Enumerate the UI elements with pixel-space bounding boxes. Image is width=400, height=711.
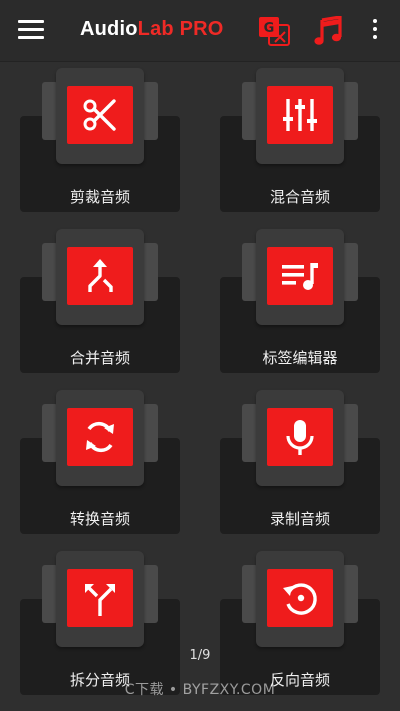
tool-label: 录制音频 — [269, 510, 330, 528]
tool-mix-audio[interactable]: 混合音频 — [220, 62, 380, 212]
tool-convert-audio[interactable]: 转换音频 — [20, 384, 180, 534]
scissors-icon — [67, 86, 133, 144]
tile-tab-right — [342, 404, 358, 462]
microphone-icon — [267, 408, 333, 466]
tile-tab-right — [342, 82, 358, 140]
svg-text:G: G — [264, 21, 275, 36]
tool-merge-audio[interactable]: 合并音频 — [20, 223, 180, 373]
mixer-sliders-icon — [267, 86, 333, 144]
tool-record-audio[interactable]: 录制音频 — [220, 384, 380, 534]
more-vert-icon[interactable] — [368, 19, 382, 43]
music-note-icon[interactable] — [314, 15, 342, 46]
convert-sync-icon — [67, 408, 133, 466]
split-arrows-icon — [67, 569, 133, 627]
tile-tab-right — [142, 404, 158, 462]
watermark-text: C下载 • BYFZXY.COM — [124, 682, 276, 698]
app-bar: AudioLab PRO G — [0, 0, 400, 62]
playlist-music-icon — [267, 247, 333, 305]
tool-reverse-audio[interactable]: 反向音频 — [220, 545, 380, 695]
tile-tab-right — [142, 565, 158, 623]
app-title-audio: Audio — [80, 18, 138, 40]
tile-tab-right — [142, 82, 158, 140]
tool-label: 混合音频 — [269, 188, 330, 206]
tool-label: 转换音频 — [69, 510, 130, 528]
tool-label: 剪裁音频 — [69, 188, 130, 206]
tool-label: 标签编辑器 — [262, 349, 338, 367]
merge-arrows-icon — [67, 247, 133, 305]
translate-icon[interactable]: G — [258, 16, 290, 46]
tool-label: 合并音频 — [69, 349, 130, 367]
tools-grid: 剪裁音频 混合音频 合并音频 标签编辑器 转换音频 录制音频 拆分音频 反向音频… — [0, 62, 400, 711]
tool-trim-audio[interactable]: 剪裁音频 — [20, 62, 180, 212]
tool-split-audio[interactable]: 拆分音频 — [20, 545, 180, 695]
hamburger-menu-icon[interactable] — [18, 20, 44, 42]
page-indicator: 1/9 — [189, 648, 211, 663]
tile-tab-right — [342, 565, 358, 623]
tile-tab-right — [342, 243, 358, 301]
tile-tab-right — [142, 243, 158, 301]
reverse-replay-icon — [267, 569, 333, 627]
app-title-lab-pro: Lab PRO — [137, 18, 224, 40]
tool-tag-editor[interactable]: 标签编辑器 — [220, 223, 380, 373]
app-title: AudioLab PRO — [80, 18, 224, 41]
